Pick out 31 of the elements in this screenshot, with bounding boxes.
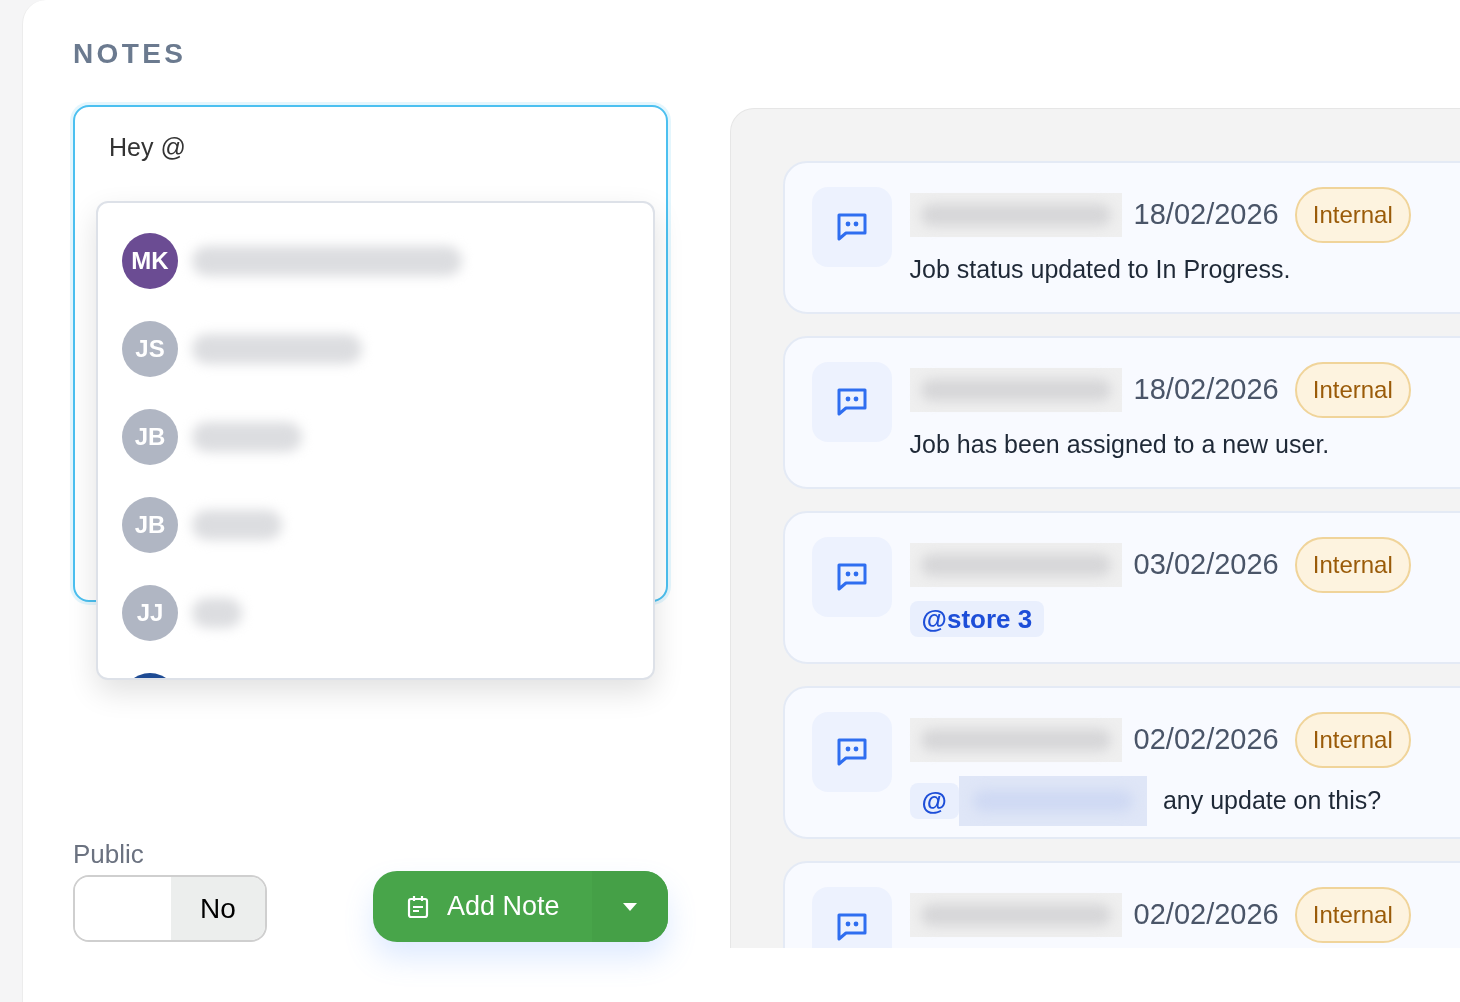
dropdown-caret-button[interactable] — [591, 871, 668, 942]
note-date: 18/02/2026 — [1133, 372, 1279, 408]
section-title: NOTES — [73, 37, 187, 71]
note-date: 03/02/2026 — [1133, 547, 1279, 583]
avatar: JJ — [122, 585, 178, 641]
public-label: Public — [73, 838, 144, 870]
avatar: JB — [122, 409, 178, 465]
redacted-name — [192, 598, 242, 628]
avatar: JS — [122, 321, 178, 377]
note-text: Job has been assigned to a new user. — [909, 429, 1330, 460]
calendar-icon — [407, 894, 429, 919]
message-icon — [811, 537, 892, 617]
internal-badge: Internal — [1294, 712, 1411, 768]
note-date: 18/02/2026 — [1133, 197, 1279, 233]
note-date: 02/02/2026 — [1133, 897, 1279, 933]
mention-tag[interactable]: @ — [909, 783, 959, 819]
note-text: Job status updated to In Progress. — [909, 254, 1291, 285]
internal-badge: Internal — [1294, 887, 1411, 943]
avatar: JB — [122, 497, 178, 553]
message-icon — [811, 362, 892, 442]
mention-tag[interactable]: @store 3 — [909, 601, 1045, 637]
message-icon — [811, 187, 892, 267]
public-toggle[interactable]: No — [73, 875, 267, 942]
internal-badge: Internal — [1294, 362, 1411, 418]
internal-badge: Internal — [1294, 187, 1411, 243]
avatar: MK — [122, 233, 178, 289]
note-text: any update on this? — [1162, 785, 1382, 817]
caret-icon — [622, 902, 637, 911]
message-icon — [811, 712, 892, 792]
note-date: 02/02/2026 — [1133, 722, 1279, 758]
internal-badge: Internal — [1294, 537, 1411, 593]
